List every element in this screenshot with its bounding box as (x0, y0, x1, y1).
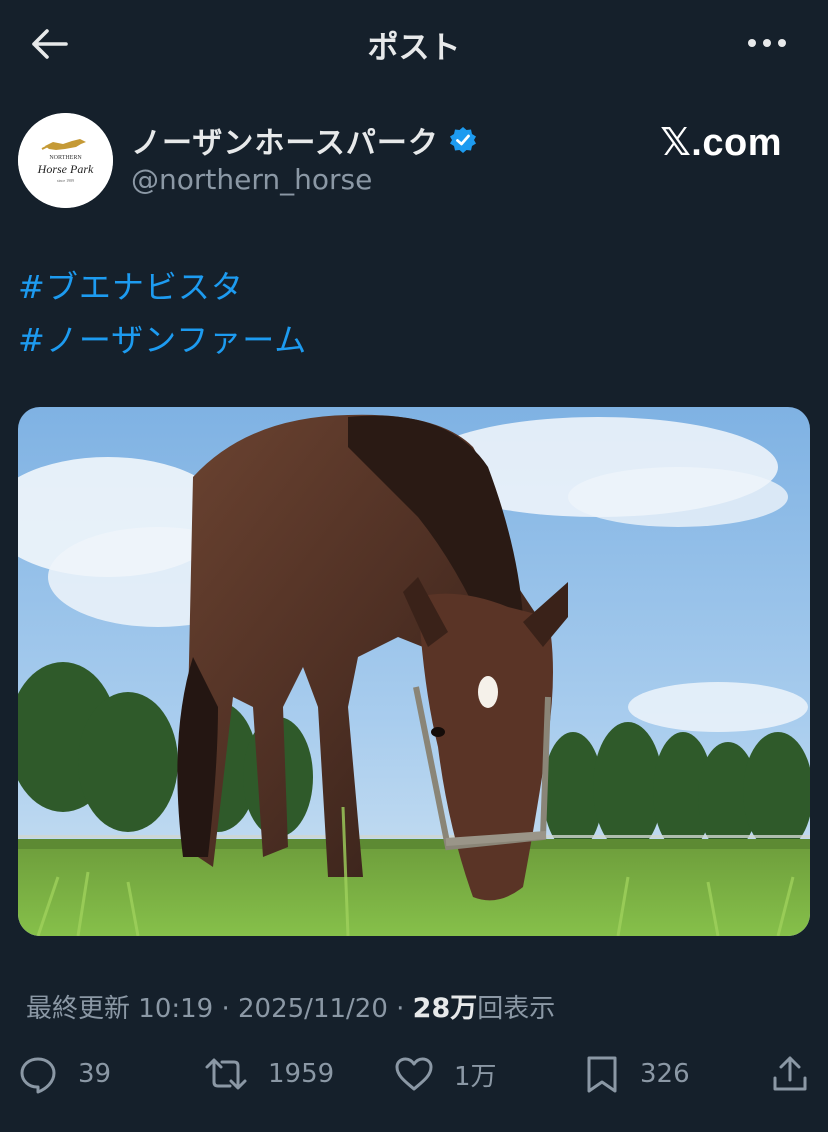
author-name[interactable]: ノーザンホースパーク (131, 118, 477, 162)
post-image[interactable] (18, 407, 810, 936)
share-button[interactable] (770, 1052, 810, 1096)
logo-text-since: since 1989 (57, 178, 74, 183)
reply-button[interactable]: 39 (18, 1052, 111, 1096)
post-meta: 最終更新 10:19 · 2025/11/20 · 28万回表示 (26, 986, 555, 1025)
like-button[interactable]: 1万 (394, 1052, 497, 1096)
hashtag-link[interactable]: #ブエナビスタ (18, 262, 244, 308)
more-options-button[interactable] (742, 28, 792, 58)
views-label: 回表示 (477, 994, 556, 1024)
source-badge: 𝕏.com (660, 122, 782, 164)
author-name-text: ノーザンホースパーク (131, 126, 439, 161)
heart-icon (395, 1057, 433, 1091)
view-count: 28万 (412, 993, 478, 1024)
reply-count: 39 (78, 1059, 112, 1089)
top-bar: ポスト (0, 0, 828, 88)
more-horizontal-icon (748, 39, 786, 47)
post-time[interactable]: 10:19 (138, 994, 213, 1024)
page-title: ポスト (367, 30, 461, 66)
verified-badge-icon (449, 127, 476, 153)
horse-grazing-photo (18, 407, 810, 936)
horse-park-logo: NORTHERN Horse Park since 1989 (18, 113, 113, 208)
repost-icon (205, 1058, 247, 1090)
post-date[interactable]: 2025/11/20 (238, 994, 388, 1024)
author-handle[interactable]: @northern_horse (131, 163, 372, 196)
avatar[interactable]: NORTHERN Horse Park since 1989 (18, 113, 113, 208)
meta-separator: · (221, 994, 230, 1024)
repost-count: 1959 (268, 1059, 335, 1089)
reply-icon (20, 1057, 56, 1094)
hashtag-link[interactable]: #ノーザンファーム (18, 315, 307, 361)
updated-label: 最終更新 (26, 994, 131, 1024)
like-count: 1万 (454, 1061, 497, 1092)
bookmark-button[interactable]: 326 (584, 1052, 690, 1096)
bookmark-icon (587, 1056, 617, 1093)
logo-text-main: Horse Park (37, 162, 94, 176)
repost-button[interactable]: 1959 (204, 1052, 334, 1096)
logo-text-top: NORTHERN (49, 155, 82, 161)
meta-separator: · (396, 994, 405, 1024)
bookmark-count: 326 (640, 1059, 690, 1089)
share-icon (773, 1056, 807, 1091)
